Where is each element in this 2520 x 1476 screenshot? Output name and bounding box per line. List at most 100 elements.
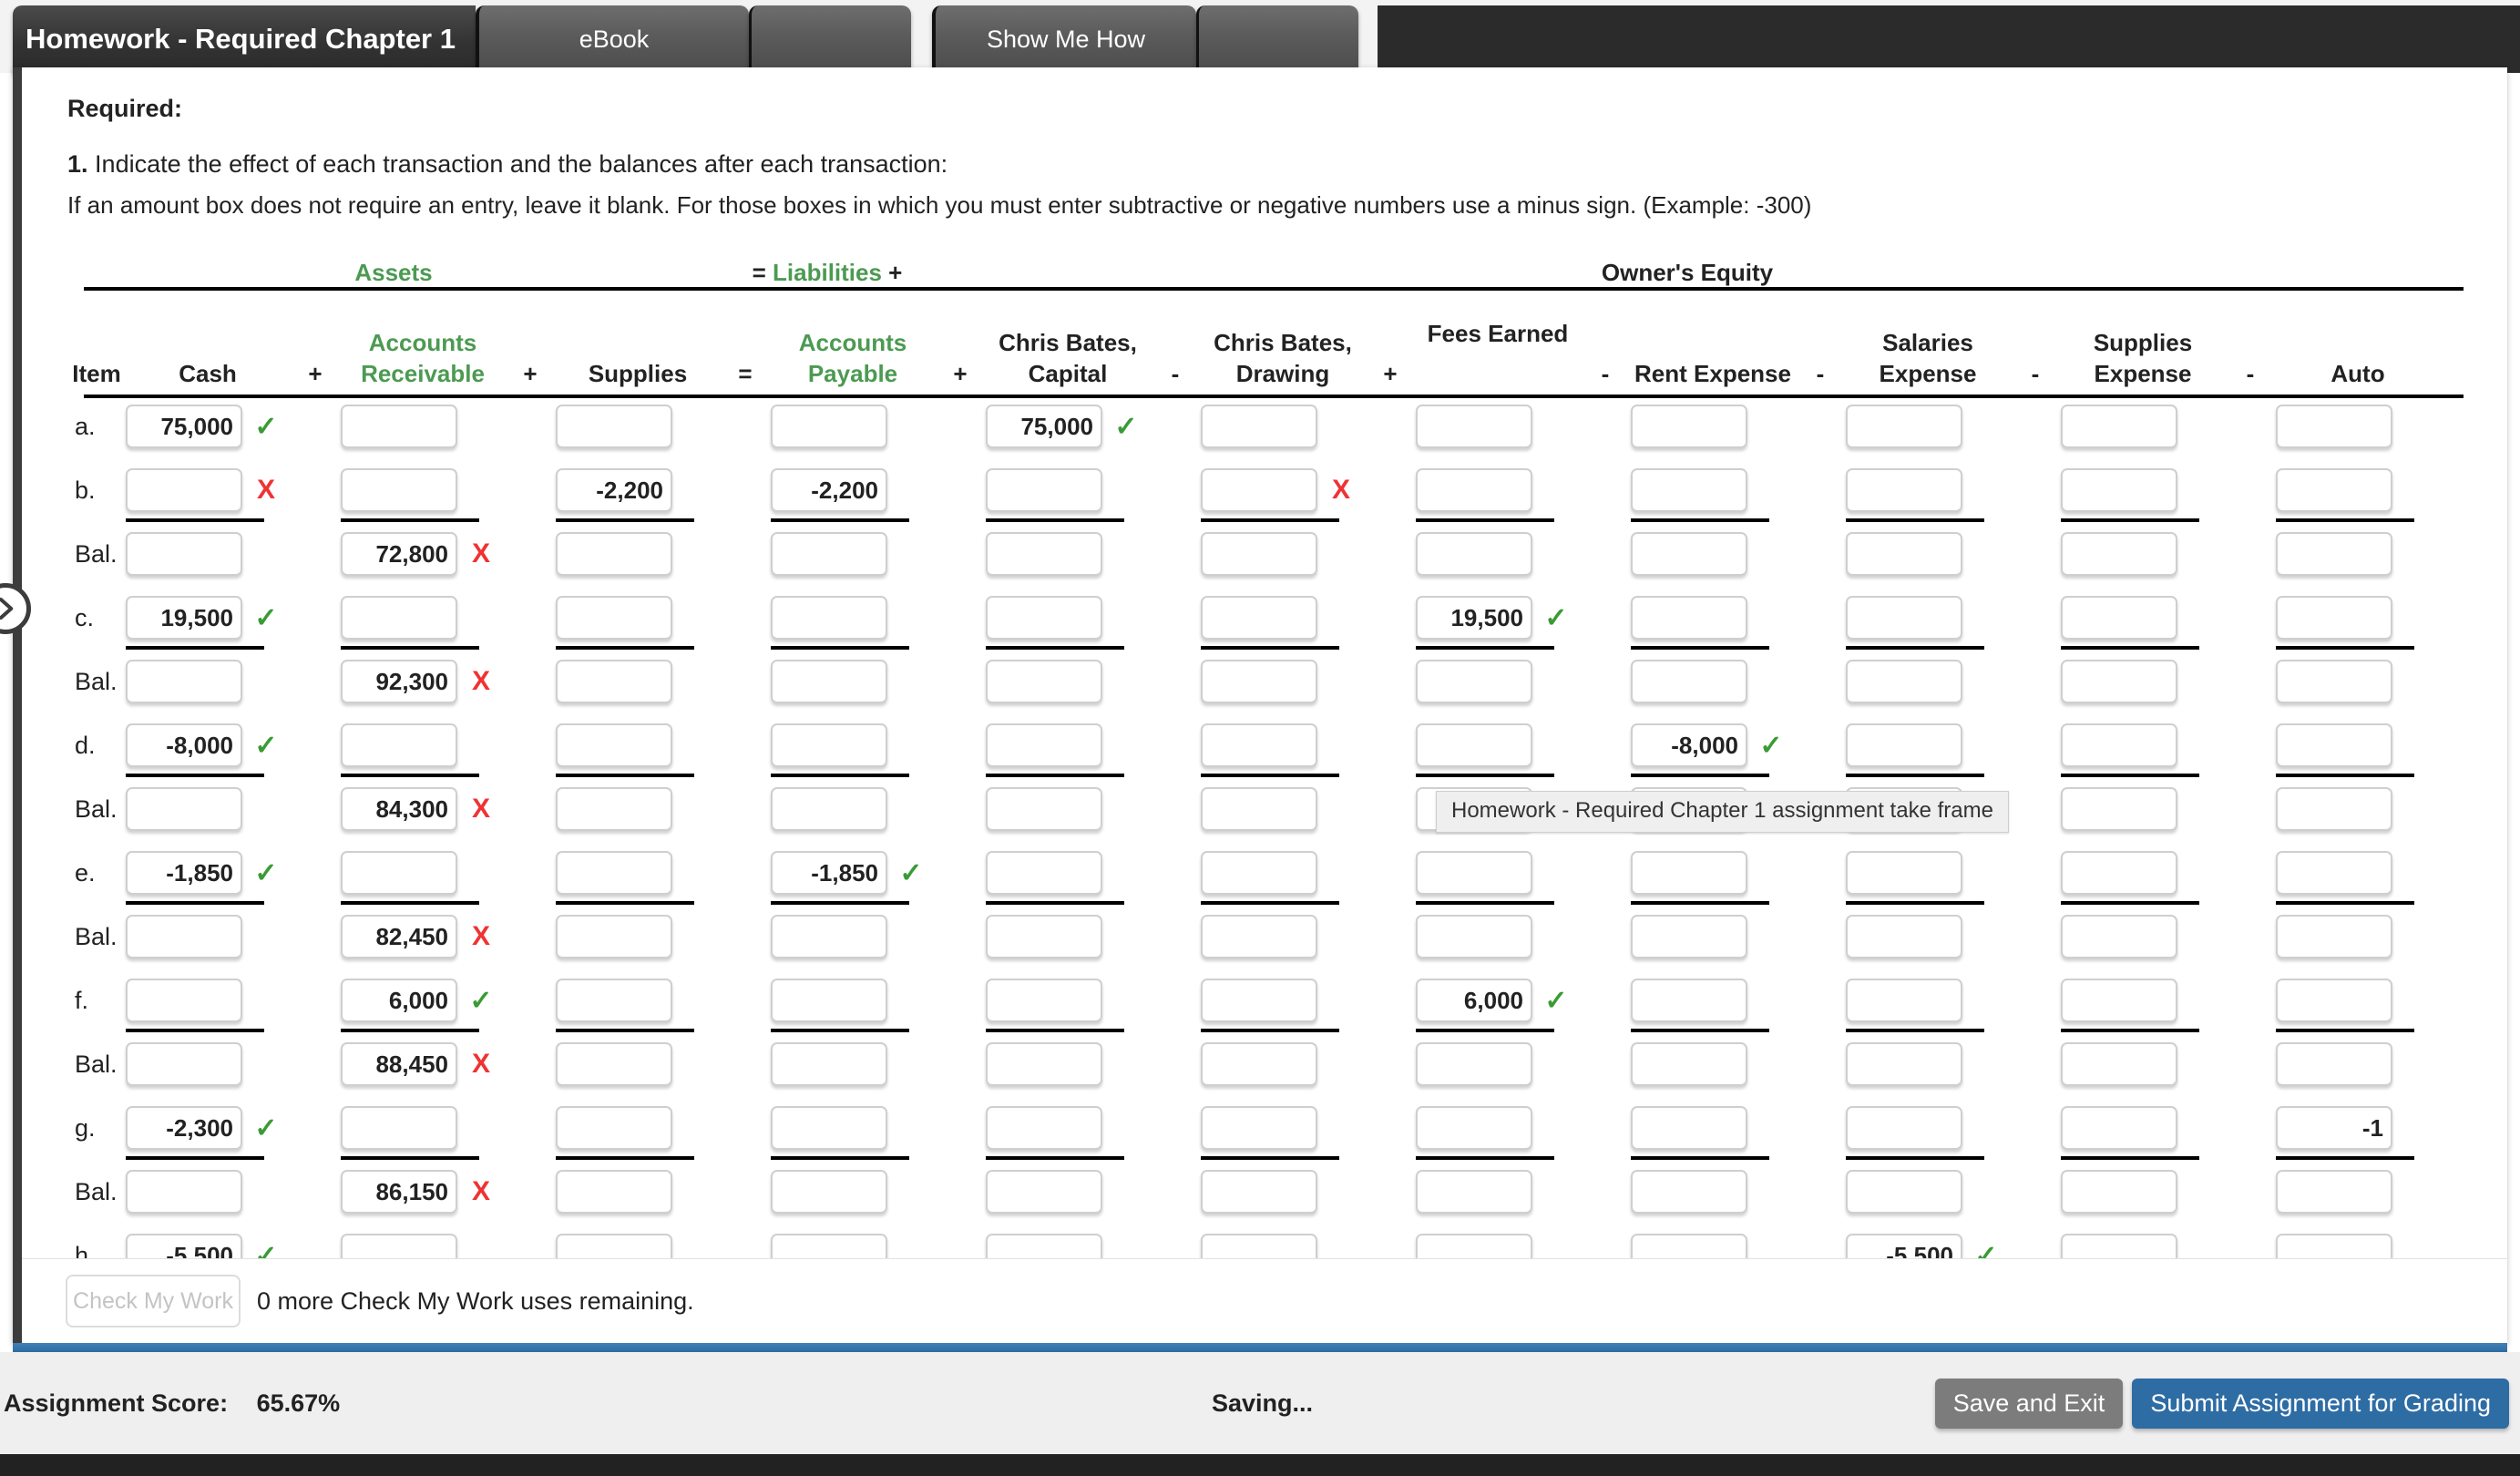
amount-input-auto[interactable] [2276, 915, 2392, 958]
amount-input-rent[interactable] [1631, 405, 1747, 448]
tab-homework[interactable]: Homework - Required Chapter 1 [13, 5, 476, 73]
amount-input-supplies[interactable] [556, 532, 672, 576]
check-my-work-button[interactable]: Check My Work [66, 1275, 241, 1327]
amount-input-salaries[interactable] [1846, 1106, 1962, 1150]
amount-input-salaries[interactable] [1846, 468, 1962, 512]
amount-input-suppliesexp[interactable] [2061, 787, 2177, 831]
amount-input-rent[interactable]: -8,000 [1631, 723, 1747, 767]
amount-input-salaries[interactable] [1846, 979, 1962, 1022]
amount-input-suppliesexp[interactable] [2061, 915, 2177, 958]
amount-input-ap[interactable] [771, 1234, 887, 1258]
amount-input-rent[interactable] [1631, 1042, 1747, 1086]
amount-input-cash[interactable]: -1,850 [126, 851, 242, 895]
amount-input-fees[interactable] [1416, 1106, 1532, 1150]
amount-input-capital[interactable] [986, 660, 1102, 703]
amount-input-rent[interactable] [1631, 979, 1747, 1022]
amount-input-ap[interactable]: -2,200 [771, 468, 887, 512]
amount-input-ar[interactable] [341, 723, 457, 767]
amount-input-auto[interactable] [2276, 1042, 2392, 1086]
amount-input-auto[interactable] [2276, 1170, 2392, 1214]
amount-input-rent[interactable] [1631, 915, 1747, 958]
amount-input-ar[interactable]: 72,800 [341, 532, 457, 576]
amount-input-ar[interactable] [341, 1106, 457, 1150]
amount-input-ar[interactable]: 88,450 [341, 1042, 457, 1086]
amount-input-capital[interactable] [986, 787, 1102, 831]
amount-input-drawing[interactable] [1201, 851, 1317, 895]
assignment-scroll-area[interactable]: Required: 1. Indicate the effect of each… [22, 67, 2507, 1258]
amount-input-salaries[interactable] [1846, 660, 1962, 703]
amount-input-auto[interactable] [2276, 405, 2392, 448]
amount-input-drawing[interactable] [1201, 1042, 1317, 1086]
amount-input-fees[interactable] [1416, 468, 1532, 512]
amount-input-supplies[interactable] [556, 660, 672, 703]
amount-input-fees[interactable] [1416, 660, 1532, 703]
amount-input-ar[interactable] [341, 851, 457, 895]
amount-input-suppliesexp[interactable] [2061, 1042, 2177, 1086]
amount-input-rent[interactable] [1631, 1106, 1747, 1150]
amount-input-fees[interactable] [1416, 723, 1532, 767]
amount-input-ap[interactable] [771, 979, 887, 1022]
amount-input-drawing[interactable] [1201, 1170, 1317, 1214]
tab-blank-2[interactable] [1195, 5, 1358, 73]
amount-input-auto[interactable]: -1 [2276, 1106, 2392, 1150]
amount-input-salaries[interactable] [1846, 1170, 1962, 1214]
amount-input-fees[interactable] [1416, 851, 1532, 895]
amount-input-auto[interactable] [2276, 468, 2392, 512]
amount-input-supplies[interactable]: -2,200 [556, 468, 672, 512]
amount-input-rent[interactable] [1631, 851, 1747, 895]
amount-input-fees[interactable] [1416, 1170, 1532, 1214]
amount-input-fees[interactable] [1416, 1234, 1532, 1258]
amount-input-suppliesexp[interactable] [2061, 405, 2177, 448]
amount-input-supplies[interactable] [556, 787, 672, 831]
amount-input-suppliesexp[interactable] [2061, 1234, 2177, 1258]
amount-input-rent[interactable] [1631, 660, 1747, 703]
amount-input-capital[interactable] [986, 532, 1102, 576]
amount-input-fees[interactable] [1416, 1042, 1532, 1086]
amount-input-drawing[interactable] [1201, 979, 1317, 1022]
amount-input-capital[interactable] [986, 915, 1102, 958]
amount-input-cash[interactable] [126, 787, 242, 831]
amount-input-ap[interactable] [771, 1170, 887, 1214]
amount-input-cash[interactable] [126, 660, 242, 703]
amount-input-cash[interactable]: -5,500 [126, 1234, 242, 1258]
amount-input-cash[interactable]: -8,000 [126, 723, 242, 767]
amount-input-cash[interactable]: 19,500 [126, 596, 242, 640]
amount-input-supplies[interactable] [556, 1234, 672, 1258]
amount-input-auto[interactable] [2276, 596, 2392, 640]
amount-input-supplies[interactable] [556, 405, 672, 448]
amount-input-suppliesexp[interactable] [2061, 1170, 2177, 1214]
amount-input-capital[interactable] [986, 468, 1102, 512]
amount-input-cash[interactable]: 75,000 [126, 405, 242, 448]
amount-input-auto[interactable] [2276, 1234, 2392, 1258]
amount-input-ar[interactable]: 6,000 [341, 979, 457, 1022]
amount-input-suppliesexp[interactable] [2061, 1106, 2177, 1150]
amount-input-rent[interactable] [1631, 1234, 1747, 1258]
amount-input-supplies[interactable] [556, 915, 672, 958]
amount-input-drawing[interactable] [1201, 405, 1317, 448]
amount-input-salaries[interactable] [1846, 915, 1962, 958]
amount-input-rent[interactable] [1631, 532, 1747, 576]
amount-input-capital[interactable] [986, 1234, 1102, 1258]
amount-input-ar[interactable] [341, 468, 457, 512]
amount-input-supplies[interactable] [556, 979, 672, 1022]
amount-input-ap[interactable] [771, 1042, 887, 1086]
amount-input-drawing[interactable] [1201, 532, 1317, 576]
amount-input-rent[interactable] [1631, 1170, 1747, 1214]
amount-input-supplies[interactable] [556, 596, 672, 640]
tab-show-me-how[interactable]: Show Me How [931, 5, 1196, 73]
amount-input-auto[interactable] [2276, 787, 2392, 831]
submit-assignment-button[interactable]: Submit Assignment for Grading [2132, 1378, 2509, 1429]
amount-input-salaries[interactable] [1846, 405, 1962, 448]
amount-input-salaries[interactable]: -5,500 [1846, 1234, 1962, 1258]
amount-input-cash[interactable] [126, 915, 242, 958]
amount-input-salaries[interactable] [1846, 1042, 1962, 1086]
amount-input-capital[interactable] [986, 596, 1102, 640]
amount-input-salaries[interactable] [1846, 596, 1962, 640]
amount-input-salaries[interactable] [1846, 532, 1962, 576]
amount-input-cash[interactable]: -2,300 [126, 1106, 242, 1150]
amount-input-supplies[interactable] [556, 723, 672, 767]
amount-input-drawing[interactable] [1201, 787, 1317, 831]
amount-input-supplies[interactable] [556, 1106, 672, 1150]
amount-input-salaries[interactable] [1846, 851, 1962, 895]
amount-input-capital[interactable] [986, 1106, 1102, 1150]
